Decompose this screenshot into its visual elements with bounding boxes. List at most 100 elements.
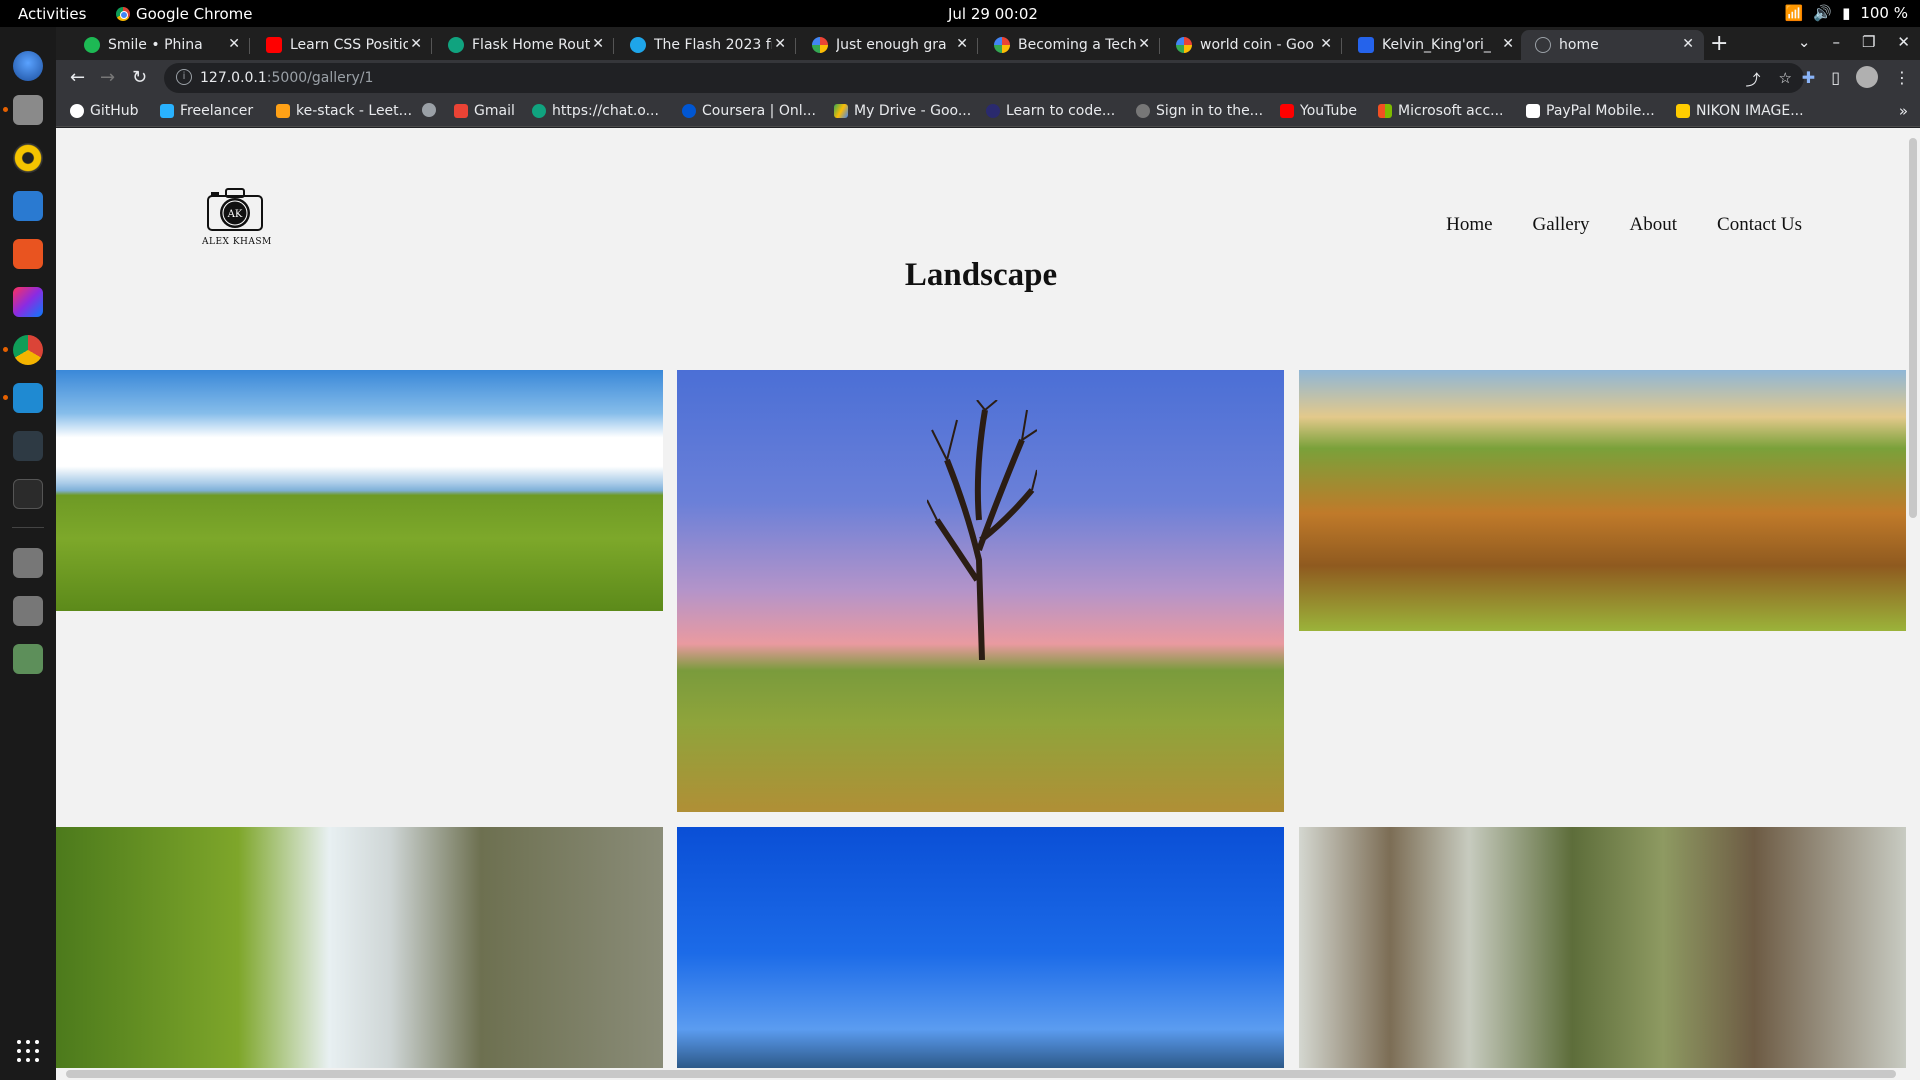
rhythmbox-icon[interactable]: [13, 143, 43, 173]
back-button[interactable]: ←: [70, 67, 85, 88]
tab-close-icon[interactable]: ✕: [1138, 36, 1150, 52]
tab-search-icon[interactable]: ⌄: [1798, 33, 1811, 51]
tab-close-icon[interactable]: ✕: [228, 36, 240, 52]
bookmark[interactable]: Coursera | Onl...: [682, 103, 816, 119]
nav-home[interactable]: Home: [1446, 214, 1492, 236]
bookmark[interactable]: ke-stack - Leet...: [276, 103, 412, 119]
chrome-dock-icon[interactable]: [3, 335, 43, 365]
tab-favicon: [266, 37, 282, 53]
tab[interactable]: Just enough gra ✕: [798, 30, 978, 60]
writer-icon[interactable]: [13, 191, 43, 221]
drive-icon-2[interactable]: [13, 596, 43, 626]
extensions-icon[interactable]: ✚: [1802, 68, 1815, 87]
google-drive-icon: [834, 104, 848, 118]
system-tray[interactable]: 📶 🔊 ▮ 100 %: [1785, 4, 1908, 22]
tab-close-icon[interactable]: ✕: [956, 36, 968, 52]
files-icon[interactable]: [3, 95, 43, 125]
reload-button[interactable]: ↻: [132, 67, 147, 88]
bookmark[interactable]: Sign in to the...: [1136, 103, 1263, 119]
activities-button[interactable]: Activities: [18, 5, 86, 23]
tab[interactable]: Becoming a Tech ✕: [980, 30, 1160, 60]
system-monitor-icon[interactable]: [13, 431, 43, 461]
tab-close-icon[interactable]: ✕: [592, 36, 604, 52]
gallery-photo-trees[interactable]: [1299, 827, 1906, 1080]
tab-title: Kelvin_King'ori_: [1382, 37, 1491, 53]
site-info-icon[interactable]: i: [176, 69, 192, 85]
minimize-button[interactable]: –: [1832, 33, 1840, 51]
chrome-icon: [116, 7, 130, 21]
volume-icon: 🔊: [1813, 4, 1833, 22]
share-icon[interactable]: ⤴: [1746, 69, 1761, 90]
menu-icon[interactable]: ⋮: [1894, 68, 1910, 87]
gallery-photo-lone-tree[interactable]: [677, 370, 1284, 812]
tab-close-icon[interactable]: ✕: [1682, 36, 1694, 52]
app-menu[interactable]: Google Chrome: [116, 5, 253, 23]
gallery-photo-waterfall[interactable]: [56, 827, 663, 1080]
tab-active[interactable]: home ✕: [1521, 30, 1704, 60]
gallery-photo-green-hill[interactable]: [56, 370, 663, 611]
vscode-icon[interactable]: [3, 383, 43, 413]
restore-button[interactable]: ❐: [1862, 33, 1875, 51]
bookmark[interactable]: https://chat.o...: [532, 103, 659, 119]
bookmark[interactable]: My Drive - Goo...: [834, 103, 971, 119]
gallery-photo-valley[interactable]: [1299, 370, 1906, 631]
bookmark[interactable]: Gmail: [454, 103, 515, 119]
side-panel-icon[interactable]: ▯: [1831, 68, 1840, 87]
new-tab-button[interactable]: +: [1710, 31, 1728, 56]
url-path: :5000/gallery/1: [266, 70, 374, 86]
tab-close-icon[interactable]: ✕: [1502, 36, 1514, 52]
tab-title: home: [1559, 37, 1599, 53]
camera-logo-icon[interactable]: AK: [200, 184, 270, 244]
horizontal-scrollbar[interactable]: [56, 1068, 1920, 1080]
bookmark[interactable]: GitHub: [70, 103, 139, 119]
tab-favicon: [1358, 37, 1374, 53]
tab-strip: Smile • Phina ✕ Learn CSS Positio ✕ Flas…: [56, 27, 1920, 60]
bookmark[interactable]: Microsoft acc...: [1378, 103, 1504, 119]
tab[interactable]: world coin - Goo ✕: [1162, 30, 1342, 60]
tab-close-icon[interactable]: ✕: [410, 36, 422, 52]
close-window-button[interactable]: ✕: [1897, 33, 1910, 51]
tab-title: world coin - Goo: [1200, 37, 1314, 53]
profile-avatar[interactable]: [1856, 66, 1878, 88]
freelancer-icon: [160, 104, 174, 118]
globe-icon: [1535, 37, 1551, 53]
tab[interactable]: The Flash 2023 fr ✕: [616, 30, 796, 60]
tab-title: Becoming a Tech: [1018, 37, 1136, 53]
bookmark[interactable]: Freelancer: [160, 103, 253, 119]
tab[interactable]: Learn CSS Positio ✕: [252, 30, 432, 60]
clock[interactable]: Jul 29 00:02: [948, 5, 1038, 23]
bookmark[interactable]: PayPal Mobile...: [1526, 103, 1655, 119]
more-bookmarks-icon[interactable]: »: [1899, 102, 1908, 120]
bookmark-star-icon[interactable]: ☆: [1779, 69, 1792, 90]
bookmark[interactable]: [422, 103, 436, 117]
tab[interactable]: Smile • Phina ✕: [70, 30, 250, 60]
tab[interactable]: Kelvin_King'ori_ ✕: [1344, 30, 1524, 60]
tab[interactable]: Flask Home Rout ✕: [434, 30, 614, 60]
code-icon: [986, 104, 1000, 118]
app-name: Google Chrome: [136, 5, 253, 23]
forward-button[interactable]: →: [100, 67, 115, 88]
main-nav: Home Gallery About Contact Us: [1446, 214, 1802, 236]
site-icon: [1136, 104, 1150, 118]
tab-title: Just enough gra: [836, 37, 947, 53]
tab-close-icon[interactable]: ✕: [1320, 36, 1332, 52]
drive-icon[interactable]: [13, 548, 43, 578]
nav-gallery[interactable]: Gallery: [1533, 214, 1590, 236]
logo-text: ALEX KHASM: [202, 237, 272, 247]
intellij-icon[interactable]: [13, 287, 43, 317]
tab-close-icon[interactable]: ✕: [774, 36, 786, 52]
bookmark[interactable]: NIKON IMAGE...: [1676, 103, 1804, 119]
thunderbird-icon[interactable]: [13, 51, 43, 81]
software-icon[interactable]: [13, 239, 43, 269]
address-bar[interactable]: i 127.0.0.1:5000/gallery/1 ⤴ ☆: [164, 63, 1804, 93]
bookmark[interactable]: Learn to code...: [986, 103, 1115, 119]
vertical-scrollbar[interactable]: [1906, 128, 1920, 1080]
nav-contact-us[interactable]: Contact Us: [1717, 214, 1802, 236]
paypal-icon: [1526, 104, 1540, 118]
terminal-icon[interactable]: [13, 479, 43, 509]
gallery-photo-blue-sky[interactable]: [677, 827, 1284, 1080]
bookmark[interactable]: YouTube: [1280, 103, 1357, 119]
trash-icon[interactable]: [13, 644, 43, 674]
nav-about[interactable]: About: [1630, 214, 1678, 236]
show-applications-icon[interactable]: [17, 1040, 39, 1062]
